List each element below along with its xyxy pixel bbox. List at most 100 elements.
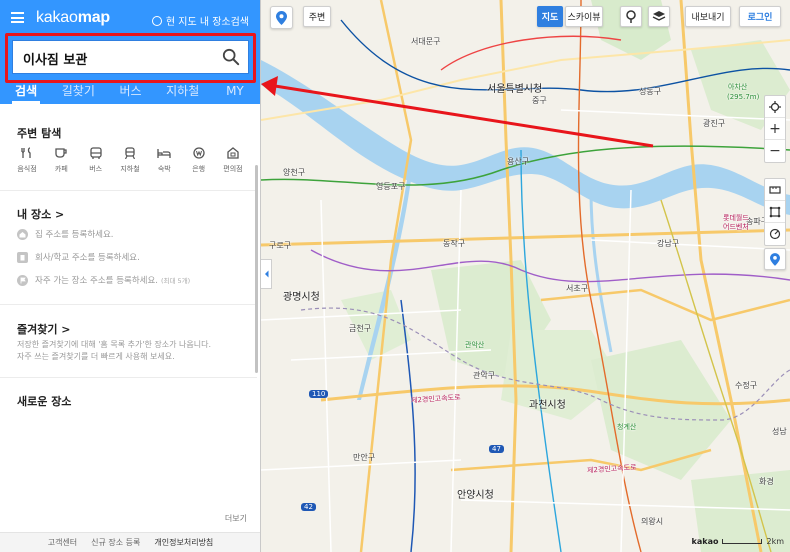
label-yeongdeungpo[interactable]: 영등포구 xyxy=(376,181,405,192)
route-shield-42: 42 xyxy=(301,503,316,511)
divider xyxy=(0,190,257,191)
current-area-search-label: 현 지도 내 장소검색 xyxy=(165,17,249,28)
label-junggu[interactable]: 중구 xyxy=(532,95,547,106)
login-button[interactable]: 로그인 xyxy=(739,6,781,27)
label-yangcheon[interactable]: 양천구 xyxy=(283,167,305,178)
location-pin-button[interactable] xyxy=(270,6,293,29)
category-restaurant[interactable]: 음식점 xyxy=(12,147,42,174)
category-hotel[interactable]: 숙박 xyxy=(149,147,179,174)
my-place-frequent-note: (최대 5개) xyxy=(161,277,191,285)
map-mode-button[interactable]: 지도 xyxy=(537,6,563,27)
category-store[interactable]: 편의점 xyxy=(218,147,248,174)
my-place-home[interactable]: 집 주소를 등록하세요. xyxy=(17,228,114,240)
store-icon xyxy=(227,147,239,159)
home-icon xyxy=(17,228,28,240)
favorites-title[interactable]: 즐겨찾기 > xyxy=(17,321,71,337)
zoom-in-button[interactable]: + xyxy=(765,118,785,140)
hotel-icon xyxy=(157,149,171,158)
search-icon[interactable] xyxy=(222,48,240,66)
label-guro[interactable]: 구로구 xyxy=(269,240,291,251)
label-manan[interactable]: 만안구 xyxy=(353,452,375,463)
footer-privacy-policy[interactable]: 개인정보처리방침 xyxy=(154,533,213,552)
label-dongjak[interactable]: 동작구 xyxy=(443,238,465,249)
label-anyang-city[interactable]: 안양시청 xyxy=(457,486,494,501)
label-gwacheon-city[interactable]: 과천시청 xyxy=(529,396,566,411)
category-cafe[interactable]: 카페 xyxy=(46,147,76,174)
my-place-frequent[interactable]: 자주 가는 장소 주소를 등록하세요. (최대 5개) xyxy=(17,274,190,286)
route-shield-47: 47 xyxy=(489,445,504,453)
menu-icon[interactable] xyxy=(11,12,24,23)
category-bank[interactable]: 은행 xyxy=(184,147,214,174)
nearby-title: 주변 탐색 xyxy=(17,127,62,140)
sidebar-collapse-toggle[interactable] xyxy=(261,259,272,289)
my-place-frequent-text: 자주 가는 장소 주소를 등록하세요. xyxy=(35,276,158,286)
label-yongsan[interactable]: 용산구 xyxy=(507,156,529,167)
zoom-out-button[interactable]: − xyxy=(765,140,785,162)
my-place-work[interactable]: 회사/학교 주소를 등록하세요. xyxy=(17,251,140,263)
flag-icon xyxy=(17,274,28,286)
map-scale: kakao 2km xyxy=(692,537,784,546)
kakaomap-logo[interactable]: kakaomap xyxy=(36,9,110,27)
label-seongnam[interactable]: 성남 xyxy=(772,426,787,437)
category-label: 버스 xyxy=(89,165,103,173)
label-seocho[interactable]: 서초구 xyxy=(566,283,588,294)
cafe-icon xyxy=(55,148,67,158)
category-bus[interactable]: 버스 xyxy=(81,147,111,174)
roadview-button[interactable] xyxy=(620,6,642,27)
bus-icon xyxy=(90,147,102,159)
area-tool-button[interactable] xyxy=(765,201,785,223)
sidebar-scrollbar[interactable] xyxy=(255,165,258,373)
restaurant-icon xyxy=(21,147,31,158)
ruler-icon xyxy=(769,185,781,194)
nearby-button[interactable]: 주변 xyxy=(303,6,331,27)
my-places-title[interactable]: 내 장소 > xyxy=(17,206,64,222)
label-sujeong[interactable]: 수정구 xyxy=(735,380,757,391)
roadview-icon xyxy=(626,9,636,23)
label-gangnam[interactable]: 강남구 xyxy=(657,238,679,249)
favorites-line-2: 자주 쓰는 즐겨찾기를 더 빠르게 사용해 보세요. xyxy=(17,352,175,361)
radius-tool-button[interactable] xyxy=(765,223,785,245)
sidebar: kakaomap 현 지도 내 장소검색 검색 길찾기 버스 지하철 MY 주변… xyxy=(0,0,261,552)
building-icon xyxy=(17,251,28,263)
current-area-search-toggle[interactable]: 현 지도 내 장소검색 xyxy=(151,13,249,28)
new-places-title: 새로운 장소 xyxy=(17,395,72,408)
scale-bar xyxy=(722,539,763,544)
distance-tool-button[interactable] xyxy=(765,179,785,201)
location-pin-icon xyxy=(276,10,287,25)
footer-register-place[interactable]: 신규 장소 등록 xyxy=(91,533,140,552)
label-gwanaksan: 관악산 xyxy=(465,341,485,349)
label-seoul-city-hall[interactable]: 서울특별시청 xyxy=(487,80,542,95)
label-gwanak[interactable]: 관악구 xyxy=(473,370,495,381)
label-uiwang[interactable]: 의왕시 xyxy=(641,516,663,527)
label-cheonggyesan: 청계산 xyxy=(617,423,637,431)
tab-bus[interactable]: 버스 xyxy=(104,82,156,104)
export-button[interactable]: 내보내기 xyxy=(685,6,731,27)
current-location-button[interactable] xyxy=(765,96,785,118)
search-input[interactable] xyxy=(23,47,213,69)
radio-icon xyxy=(151,15,162,26)
map-view[interactable]: 서울특별시청 중구 서대문구 용산구 성동구 광진구 아차산 (295.7m) … xyxy=(261,0,790,552)
tab-directions[interactable]: 길찾기 xyxy=(52,82,104,104)
label-hwanggyeong: 화경 xyxy=(759,477,774,486)
kakao-watermark: kakao xyxy=(691,537,719,546)
layers-button[interactable] xyxy=(648,6,670,27)
label-sungdong[interactable]: 성동구 xyxy=(639,86,661,97)
place-marker-button[interactable] xyxy=(764,248,786,270)
category-subway[interactable]: 지하철 xyxy=(115,147,145,174)
footer-customer-center[interactable]: 고객센터 xyxy=(48,533,77,552)
skyview-button[interactable]: 스카이뷰 xyxy=(565,6,603,27)
scale-label: 2km xyxy=(766,537,784,546)
more-link[interactable]: 더보기 xyxy=(225,513,247,524)
category-label: 숙박 xyxy=(157,165,171,173)
tab-search[interactable]: 검색 xyxy=(0,82,52,104)
label-adventure: 어드벤처 xyxy=(723,223,749,231)
tab-subway[interactable]: 지하철 xyxy=(157,82,209,104)
category-label: 지하철 xyxy=(120,165,140,173)
route-shield-110: 110 xyxy=(309,390,329,398)
label-seodaemun[interactable]: 서대문구 xyxy=(411,36,440,47)
divider xyxy=(0,377,257,378)
label-geumcheon[interactable]: 금천구 xyxy=(349,323,371,334)
label-gwangjin[interactable]: 광진구 xyxy=(703,118,725,129)
label-gwangmyeong-city[interactable]: 광명시청 xyxy=(283,288,320,303)
tab-my[interactable]: MY xyxy=(209,82,260,104)
